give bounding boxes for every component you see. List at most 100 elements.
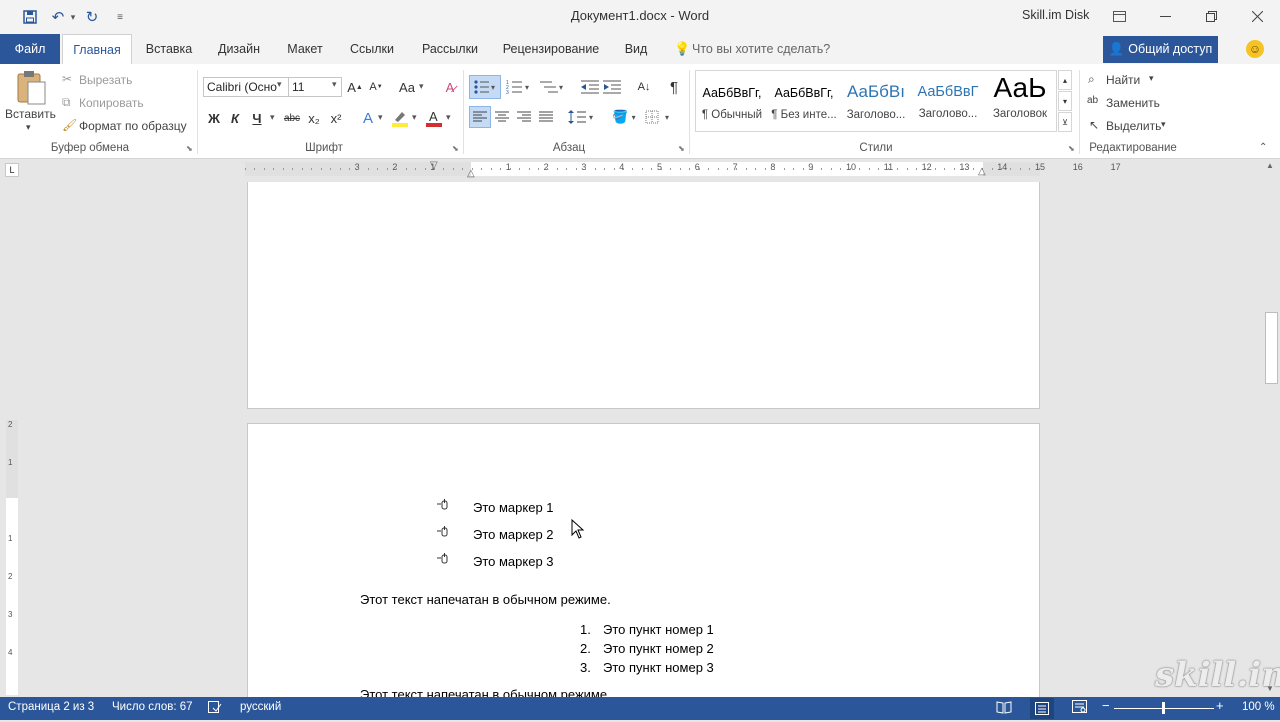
shrink-font-icon[interactable]: A ▼: [367, 76, 385, 98]
paragraph-launcher-icon[interactable]: ⬊: [678, 144, 685, 153]
copy-button[interactable]: Копировать: [79, 96, 144, 110]
numbered-item-3[interactable]: Это пункт номер 3: [603, 660, 714, 675]
styles-scroll-down-icon[interactable]: ▾: [1058, 91, 1072, 111]
align-left-icon[interactable]: [469, 106, 491, 128]
undo-icon[interactable]: ↶: [48, 7, 68, 27]
read-mode-icon[interactable]: [996, 700, 1012, 717]
align-right-icon[interactable]: [514, 106, 534, 128]
change-case-button[interactable]: Aa: [396, 76, 418, 98]
tab-file[interactable]: Файл: [0, 34, 60, 64]
numbering-icon[interactable]: 1 2 3 ▾: [505, 75, 533, 99]
numbered-item-1[interactable]: Это пункт номер 1: [603, 622, 714, 637]
close-icon[interactable]: [1234, 0, 1280, 32]
style-heading-1[interactable]: АаБбВı Заголово...: [841, 68, 911, 130]
ribbon-display-options-icon[interactable]: [1096, 0, 1142, 32]
bold-button[interactable]: Ж: [205, 107, 223, 129]
highlight-icon[interactable]: [390, 107, 410, 129]
select-button[interactable]: Выделить: [1106, 119, 1161, 133]
tab-home[interactable]: Главная: [62, 34, 132, 65]
cut-off-paragraph[interactable]: Этот текст напечатан в обычном режиме.: [360, 689, 660, 697]
tab-view[interactable]: Вид: [616, 34, 656, 64]
paste-icon[interactable]: [14, 70, 48, 106]
horizontal-ruler[interactable]: 3 2 1 1 2 3 4 5 6 7 8 9 10 11 12 13 14 15 16 17: [245, 162, 1121, 176]
collapse-ribbon-icon[interactable]: ⌃: [1259, 142, 1267, 153]
style-title[interactable]: АаЬ Заголовок: [985, 68, 1055, 130]
grow-font-icon[interactable]: A ▲: [346, 76, 364, 98]
text-effects-dropdown-icon[interactable]: ▾: [378, 112, 383, 123]
share-button[interactable]: 👤 Общий доступ: [1103, 36, 1218, 63]
styles-launcher-icon[interactable]: ⬊: [1068, 144, 1075, 153]
tab-references[interactable]: Ссылки: [342, 34, 402, 64]
styles-more-icon[interactable]: ⊻: [1058, 112, 1072, 132]
italic-button[interactable]: К: [226, 107, 244, 129]
minimize-icon[interactable]: [1142, 0, 1188, 32]
font-color-icon[interactable]: A: [424, 107, 444, 129]
subscript-button[interactable]: x₂: [305, 107, 323, 129]
numbered-item-2[interactable]: Это пункт номер 2: [603, 641, 714, 656]
multilevel-list-icon[interactable]: ▾: [537, 75, 567, 99]
align-center-icon[interactable]: [492, 106, 512, 128]
page-indicator[interactable]: Страница 2 из 3: [8, 701, 94, 713]
shading-icon[interactable]: 🪣 ▾: [609, 106, 639, 128]
undo-dropdown-icon[interactable]: ▾: [68, 7, 78, 27]
vertical-ruler[interactable]: 2 1 1 2 3 4: [6, 420, 18, 695]
bullet-item-3[interactable]: Это маркер 3: [473, 554, 554, 569]
justify-icon[interactable]: [536, 106, 556, 128]
style-normal[interactable]: АаБбВвГг, ¶ Обычный: [697, 68, 767, 130]
zoom-level[interactable]: 100 %: [1242, 701, 1275, 713]
underline-dropdown-icon[interactable]: ▾: [270, 112, 275, 123]
zoom-in-icon[interactable]: +: [1216, 698, 1224, 713]
tab-review[interactable]: Рецензирование: [498, 34, 604, 64]
cut-button[interactable]: Вырезать: [79, 73, 132, 87]
decrease-indent-icon[interactable]: [580, 75, 600, 99]
select-dropdown-icon[interactable]: ▾: [1161, 119, 1166, 130]
print-layout-button[interactable]: [1030, 698, 1054, 719]
font-name-dropdown-icon[interactable]: ▾: [277, 79, 282, 90]
scroll-up-icon[interactable]: ▲: [1266, 161, 1274, 170]
strikethrough-button[interactable]: abc: [281, 107, 303, 129]
styles-scroll-up-icon[interactable]: ▴: [1058, 70, 1072, 90]
save-icon[interactable]: [20, 7, 40, 27]
clipboard-launcher-icon[interactable]: ⬊: [186, 144, 193, 153]
feedback-smiley-icon[interactable]: ☺: [1246, 40, 1264, 58]
underline-button[interactable]: Ч: [248, 107, 266, 129]
paste-dropdown-icon[interactable]: ▾: [26, 122, 31, 133]
scrollbar-thumb[interactable]: [1265, 312, 1278, 384]
zoom-slider-thumb[interactable]: [1162, 702, 1165, 714]
word-count[interactable]: Число слов: 67: [112, 701, 193, 713]
line-spacing-icon[interactable]: ▾: [567, 106, 597, 128]
restore-icon[interactable]: [1188, 0, 1234, 32]
page-previous[interactable]: [247, 182, 1040, 409]
redo-icon[interactable]: ↻: [82, 7, 102, 27]
format-painter-button[interactable]: Формат по образцу: [79, 119, 187, 133]
tab-design[interactable]: Дизайн: [210, 34, 268, 64]
bullets-button[interactable]: ▾: [469, 75, 501, 99]
style-heading-2[interactable]: АаБбВвГ Заголово...: [913, 68, 983, 130]
paste-button[interactable]: Вставить: [5, 107, 56, 121]
tab-layout[interactable]: Макет: [280, 34, 330, 64]
plain-paragraph[interactable]: Этот текст напечатан в обычном режиме.: [360, 592, 611, 607]
vertical-scrollbar[interactable]: [1264, 159, 1280, 697]
clear-formatting-icon[interactable]: A̷: [440, 76, 460, 98]
find-button[interactable]: Найти: [1106, 73, 1140, 87]
tab-mailings[interactable]: Рассылки: [414, 34, 486, 64]
tab-insert[interactable]: Вставка: [140, 34, 198, 64]
show-marks-icon[interactable]: ¶: [664, 75, 684, 99]
sort-icon[interactable]: A↓: [634, 75, 654, 99]
language-indicator[interactable]: русский: [240, 701, 281, 713]
font-color-dropdown-icon[interactable]: ▾: [446, 112, 451, 123]
replace-button[interactable]: Заменить: [1106, 96, 1160, 110]
highlight-dropdown-icon[interactable]: ▾: [412, 112, 417, 123]
proofing-icon[interactable]: [208, 701, 222, 716]
bullet-item-2[interactable]: Это маркер 2: [473, 527, 554, 542]
change-case-dropdown-icon[interactable]: ▾: [419, 81, 424, 92]
web-layout-icon[interactable]: [1072, 700, 1088, 717]
tab-selector-icon[interactable]: L: [5, 163, 19, 177]
superscript-button[interactable]: x²: [327, 107, 345, 129]
first-line-indent-icon[interactable]: ▽: [430, 160, 438, 171]
text-effects-icon[interactable]: A: [359, 107, 377, 129]
customize-qat-icon[interactable]: ≡: [113, 7, 127, 27]
font-launcher-icon[interactable]: ⬊: [452, 144, 459, 153]
right-indent-icon[interactable]: △: [978, 166, 986, 177]
zoom-out-icon[interactable]: −: [1102, 698, 1110, 713]
